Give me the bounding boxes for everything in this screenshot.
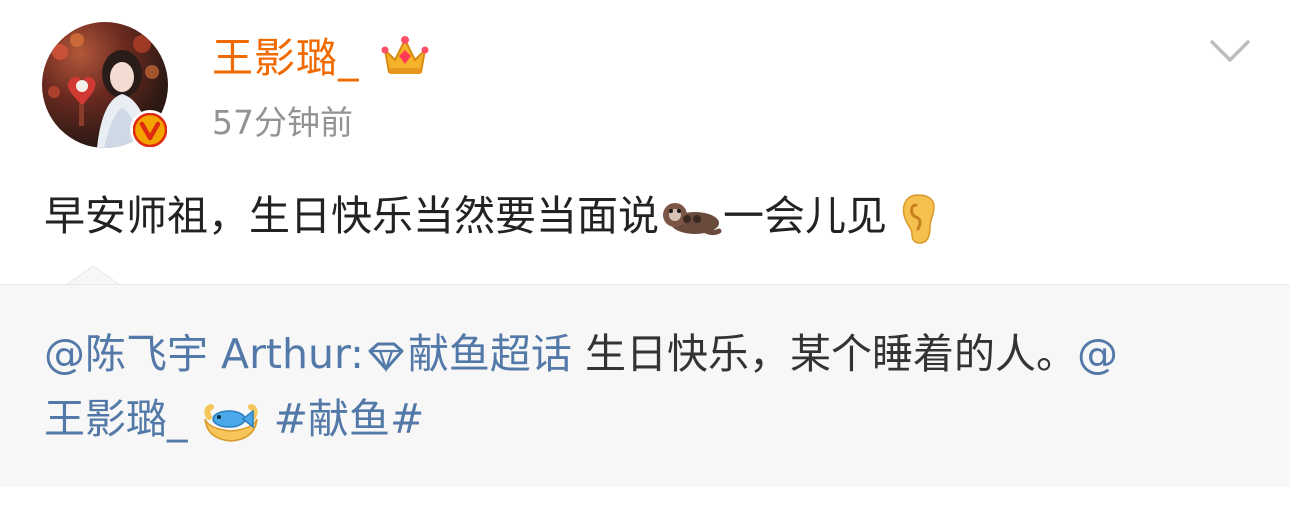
ear-emoji: [902, 194, 935, 244]
author-name[interactable]: 王影璐_: [212, 30, 360, 86]
post-header: 王影璐_ 57分钟前: [0, 0, 1290, 170]
mention-prefix[interactable]: @: [1077, 330, 1118, 378]
topic-link[interactable]: 献鱼超话: [408, 330, 572, 378]
chevron-down-icon[interactable]: [1206, 32, 1254, 68]
crown-icon[interactable]: [381, 34, 429, 78]
repost-card[interactable]: @陈飞宇 Arthur: 献鱼超话 生日快乐，某个睡着的人。@ 王影璐_ #献鱼…: [0, 284, 1290, 488]
otter-emoji: [663, 203, 722, 236]
repost-line-2: 王影璐_ #献鱼#: [44, 391, 424, 447]
verified-badge: [130, 110, 170, 150]
post-timestamp: 57分钟前: [212, 103, 353, 142]
post-text-part-2: 一会儿见: [723, 192, 887, 240]
verified-v-icon: [133, 113, 167, 147]
mention-link-wang[interactable]: 王影璐_: [44, 395, 188, 443]
bottom-spacer: [0, 487, 1290, 515]
post-body: 早安师祖，生日快乐当然要当面说 一会儿见: [44, 188, 936, 245]
repost-line-1: @陈飞宇 Arthur: 献鱼超话 生日快乐，某个睡着的人。@: [44, 326, 1118, 382]
mention-link-chen[interactable]: @陈飞宇 Arthur:: [44, 330, 364, 378]
diamond-topic-icon[interactable]: [364, 341, 408, 373]
repost-body-text: 生日快乐，某个睡着的人。: [571, 330, 1077, 378]
avatar[interactable]: [42, 22, 170, 150]
post-text-part-1: 早安师祖，生日快乐当然要当面说: [44, 192, 659, 240]
hands-fish-emoji: [203, 404, 258, 442]
hashtag-link[interactable]: #献鱼#: [274, 395, 425, 443]
repost-notch: [66, 266, 120, 286]
